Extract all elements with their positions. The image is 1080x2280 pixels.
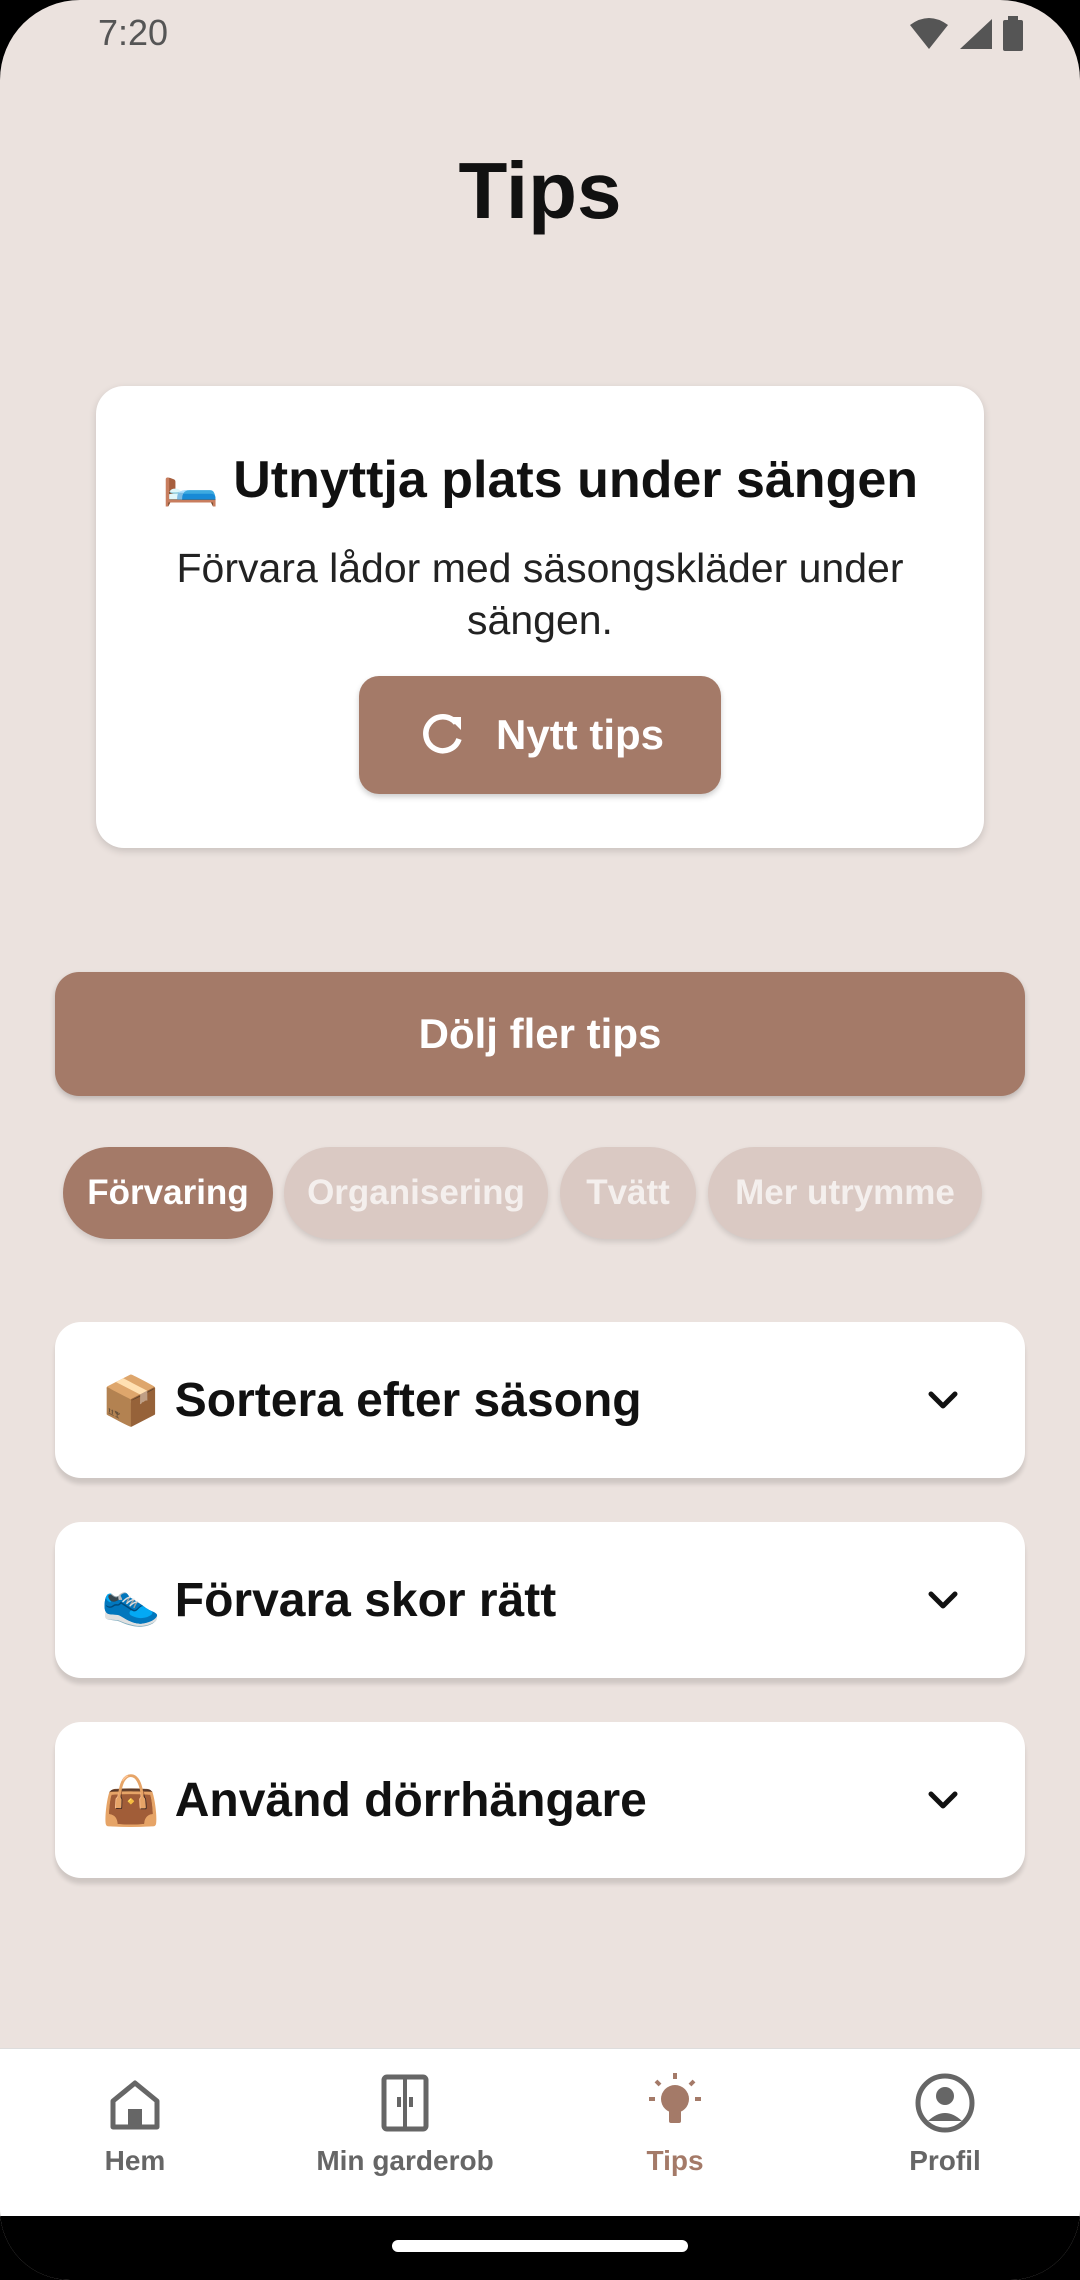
chevron-down-icon[interactable] [917,1574,969,1626]
page-title: Tips [458,146,622,235]
accordion-title-text: Använd dörrhängare [174,1773,647,1827]
nav-label-profil: Profil [909,2145,981,2176]
box-icon: 📦 [101,1374,161,1428]
accordion-title: 👟 Förvara skor rätt [101,1522,556,1678]
home-indicator[interactable] [392,2240,688,2252]
accordion-title: 📦 Sortera efter säsong [101,1322,642,1478]
chip-tvatt[interactable]: Tvätt [560,1147,696,1239]
accordion-item-sortera[interactable]: 📦 Sortera efter säsong [55,1322,1025,1478]
nav-label-tips: Tips [646,2145,704,2176]
home-icon [110,2080,160,2130]
accordion-item-skor[interactable]: 👟 Förvara skor rätt [55,1522,1025,1678]
wifi-icon [910,18,948,49]
nav-label-hem: Hem [104,2145,166,2176]
chip-organisering[interactable]: Organisering [284,1147,548,1239]
bed-icon: 🛏️ [161,455,220,507]
tip-card: 🛏️ Utnyttja plats under sängen Förvara lå… [96,386,984,848]
handbag-icon: 👜 [101,1774,161,1828]
tip-text: Förvara lådor med säsongskläder under sä… [176,545,904,643]
nav-item-hem[interactable]: Hem [0,2049,270,2217]
profile-icon [915,2073,975,2133]
accordion-title-text: Förvara skor rätt [174,1573,557,1627]
nav-item-min-garderob[interactable]: Min garderob [270,2049,540,2217]
accordion-item-dorrhangare[interactable]: 👜 Använd dörrhängare [55,1722,1025,1878]
chip-mer-utrymme[interactable]: Mer utrymme [708,1147,982,1239]
wardrobe-icon [381,2074,429,2132]
accordion-title: 👜 Använd dörrhängare [101,1722,647,1878]
battery-icon [1003,16,1023,51]
status-time: 7:20 [98,12,169,53]
status-bar: 7:20 [0,0,1080,70]
status-icons [908,16,1024,52]
hide-more-tips-button[interactable]: Dölj fler tips [55,972,1025,1096]
tip-heading-text: Utnyttja plats under sängen [233,451,919,509]
new-tip-button[interactable]: Nytt tips [359,676,721,794]
nav-item-tips[interactable]: Tips [540,2049,810,2217]
bottom-navigation: Hem Min garderob Tips Profil [0,2048,1080,2217]
tip-heading: 🛏️ Utnyttja plats under sängen [96,450,984,510]
accordion-title-text: Sortera efter säsong [174,1373,642,1427]
new-tip-label: Nytt tips [496,711,664,758]
nav-item-profil[interactable]: Profil [810,2049,1080,2217]
chevron-down-icon[interactable] [917,1774,969,1826]
chevron-down-icon[interactable] [917,1374,969,1426]
system-navigation-bar [0,2216,1080,2280]
shoe-icon: 👟 [101,1574,161,1628]
phone-screen: 7:20 Tips 🛏️ Utnyttja plats under sängen … [0,0,1080,2280]
signal-icon [960,19,992,49]
chip-forvaring[interactable]: Förvaring [63,1147,273,1239]
refresh-icon [423,714,462,754]
nav-label-min-garderob: Min garderob [316,2145,494,2176]
lightbulb-icon [649,2073,701,2123]
